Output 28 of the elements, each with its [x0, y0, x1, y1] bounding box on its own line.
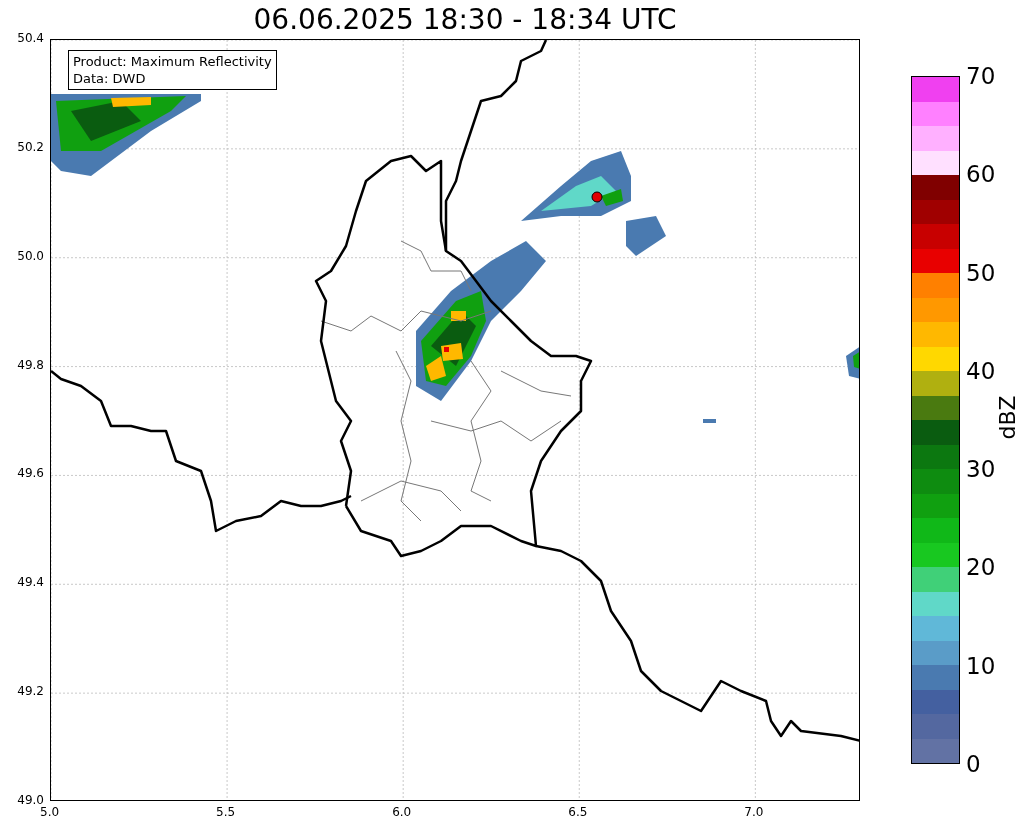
- chart-title: 06.06.2025 18:30 - 18:34 UTC: [253, 5, 677, 34]
- legend-text: Product: Maximum Reflectivity: [73, 53, 272, 70]
- axis-tick-label: 49.8: [17, 357, 44, 372]
- axis-tick-label: 7.0: [744, 805, 764, 819]
- colorbar-label: dBZ: [994, 395, 1020, 440]
- radar-echo: [846, 346, 859, 379]
- colorbar-tick-label: 40: [966, 359, 996, 383]
- axis-tick-label: 6.5: [568, 805, 588, 819]
- colorbar-tick-label: 0: [966, 752, 981, 776]
- axis-tick-label: 49.0: [17, 793, 44, 807]
- colorbar-tick-label: 20: [966, 555, 996, 579]
- colorbar-tick-label: 30: [966, 457, 996, 481]
- axis-tick-label: 49.4: [17, 575, 44, 590]
- location-marker: [591, 191, 603, 203]
- axis-tick-label: 49.6: [17, 466, 44, 481]
- colorbar-tick-label: 70: [966, 64, 996, 88]
- colorbar-tick-label: 50: [966, 261, 996, 285]
- axis-tick-label: 50.2: [17, 139, 44, 154]
- colorbar-tick-label: 60: [966, 162, 996, 186]
- axis-tick-label: 5.0: [40, 805, 60, 819]
- axis-tick-label: 6.0: [392, 805, 412, 819]
- radar-echo: [703, 419, 716, 423]
- axis-tick-label: 50.0: [17, 248, 44, 263]
- colorbar-tick-label: 10: [966, 654, 996, 678]
- axis-tick-label: 49.2: [17, 684, 44, 699]
- axis-tick-label: 5.5: [216, 805, 236, 819]
- axis-tick-label: 50.4: [17, 31, 44, 45]
- legend-text: Data: DWD: [73, 70, 147, 87]
